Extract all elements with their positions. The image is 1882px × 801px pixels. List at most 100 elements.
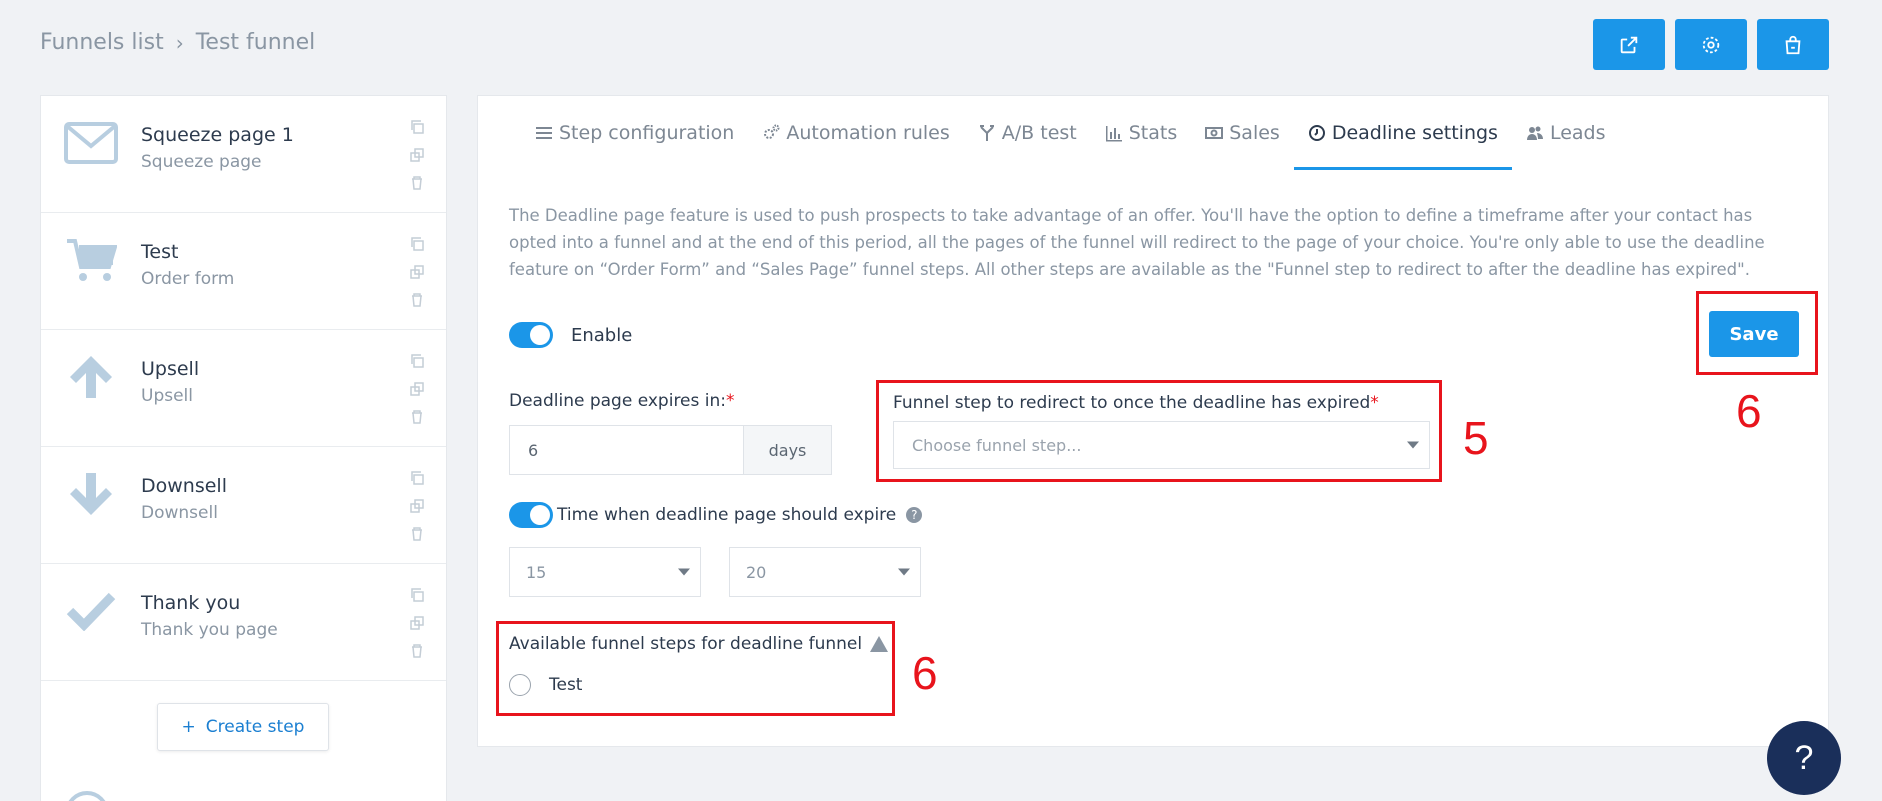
tab-ab-test[interactable]: A/B test (964, 96, 1091, 169)
top-actions (1593, 19, 1829, 70)
redirect-highlight-box: Funnel step to redirect to once the dead… (876, 380, 1442, 482)
available-option-label: Test (549, 675, 583, 695)
chevron-down-icon (678, 568, 690, 576)
redirect-label: Funnel step to redirect to once the dead… (893, 393, 1371, 413)
tab-label: Sales (1229, 121, 1280, 144)
tab-sales[interactable]: Sales (1191, 96, 1294, 169)
deadline-expires-group: Deadline page expires in:* 6 days (509, 391, 832, 475)
users-icon (1526, 126, 1543, 140)
tab-label: Stats (1128, 121, 1178, 144)
tab-leads[interactable]: Leads (1512, 96, 1620, 169)
copy-icon[interactable] (408, 118, 426, 136)
tab-deadline-settings[interactable]: Deadline settings (1293, 96, 1513, 170)
step-item[interactable]: Upsell Upsell (41, 330, 446, 447)
minute-value: 20 (746, 562, 767, 582)
clock-icon (1308, 124, 1325, 141)
funnel-products-button[interactable] (1757, 19, 1829, 70)
warning-icon (870, 636, 889, 652)
deadline-description: The Deadline page feature is used to pus… (509, 206, 1765, 279)
save-button[interactable]: Save (1709, 311, 1799, 357)
funnel-settings-button[interactable] (1675, 19, 1747, 70)
step-title: Test (141, 241, 179, 263)
trash-icon[interactable] (408, 642, 426, 660)
step-type: Thank you page (141, 620, 278, 640)
available-step-option[interactable]: Test (509, 674, 582, 696)
minute-select[interactable]: 20 (729, 547, 921, 597)
step-title: Downsell (141, 475, 227, 497)
time-label: Time when deadline page should expire (557, 505, 897, 525)
step-title: Thank you (141, 592, 241, 614)
enable-toggle[interactable] (509, 322, 553, 348)
trash-icon[interactable] (408, 291, 426, 309)
tab-stats[interactable]: Stats (1091, 96, 1192, 169)
expires-input-group: 6 days (509, 425, 832, 475)
tab-automation-rules[interactable]: Automation rules (748, 96, 963, 169)
step-item[interactable]: Thank you Thank you page (41, 564, 446, 681)
tab-label: Automation rules (786, 121, 950, 144)
external-link-icon (1620, 36, 1638, 53)
redirect-placeholder: Choose funnel step... (912, 435, 1082, 455)
cart-icon (61, 235, 121, 285)
step-title: Upsell (141, 358, 200, 380)
duplicate-icon[interactable] (408, 614, 426, 632)
hour-value: 15 (526, 562, 547, 582)
duplicate-icon[interactable] (408, 497, 426, 515)
duplicate-icon[interactable] (408, 380, 426, 398)
step-type: Upsell (141, 386, 193, 406)
available-label: Available funnel steps for deadline funn… (509, 634, 863, 654)
help-icon[interactable]: ? (906, 507, 923, 523)
annotation-number-available: 6 (912, 647, 938, 699)
redirect-step-select[interactable]: Choose funnel step... (893, 421, 1430, 469)
breadcrumb-parent-link[interactable]: Funnels list (40, 30, 164, 55)
open-funnel-button[interactable] (1593, 19, 1665, 70)
expires-input[interactable]: 6 (510, 426, 744, 474)
step-item[interactable]: Downsell Downsell (41, 447, 446, 564)
copy-icon[interactable] (408, 586, 426, 604)
trash-icon[interactable] (408, 174, 426, 192)
hour-select[interactable]: 15 (509, 547, 701, 597)
create-step-button[interactable]: + Create step (157, 703, 329, 751)
step-type: Downsell (141, 503, 218, 523)
step-type: Order form (141, 269, 235, 289)
time-toggle[interactable] (509, 502, 553, 528)
expires-unit: days (744, 426, 831, 474)
step-settings-panel: Step configuration Automation rules A/B … (477, 95, 1829, 747)
bar-chart-icon (1105, 125, 1122, 141)
step-item[interactable]: Squeeze page 1 Squeeze page (41, 96, 446, 213)
help-chat-button[interactable]: ? (1767, 721, 1841, 795)
tab-label: Deadline settings (1331, 121, 1498, 144)
radio-button[interactable] (509, 674, 531, 696)
chevron-down-icon (1407, 441, 1419, 449)
list-icon (536, 126, 552, 139)
enable-row: Enable (509, 322, 632, 348)
arrow-up-icon (61, 352, 121, 402)
trash-icon[interactable] (408, 525, 426, 543)
shopping-bag-icon (1785, 35, 1801, 54)
tab-label: Step configuration (559, 121, 735, 144)
copy-icon[interactable] (408, 469, 426, 487)
plus-icon: + (181, 717, 196, 737)
duplicate-icon[interactable] (408, 263, 426, 281)
step-title: Squeeze page 1 (141, 124, 294, 146)
breadcrumb: Funnels list › Test funnel (40, 30, 315, 55)
money-icon (1205, 126, 1224, 139)
breadcrumb-separator-icon: › (175, 30, 184, 55)
tab-label: A/B test (1001, 121, 1077, 144)
create-step-label: Create step (205, 717, 305, 737)
tab-step-configuration[interactable]: Step configuration (521, 96, 748, 169)
step-item[interactable]: Test Order form (41, 213, 446, 330)
duplicate-icon[interactable] (408, 146, 426, 164)
annotation-number-redirect: 5 (1463, 412, 1489, 464)
envelope-icon (61, 118, 121, 168)
trash-icon[interactable] (408, 408, 426, 426)
copy-icon[interactable] (408, 352, 426, 370)
step-type: Squeeze page (141, 152, 262, 172)
cogs-icon (764, 124, 780, 139)
breadcrumb-current: Test funnel (195, 30, 316, 55)
settings-tabs: Step configuration Automation rules A/B … (521, 96, 1620, 170)
copy-icon[interactable] (408, 235, 426, 253)
available-steps-highlight-box: Available funnel steps for deadline funn… (496, 621, 895, 716)
tab-label: Leads (1549, 121, 1606, 144)
partial-step-icon (65, 791, 109, 801)
expires-label: Deadline page expires in: (509, 391, 726, 411)
